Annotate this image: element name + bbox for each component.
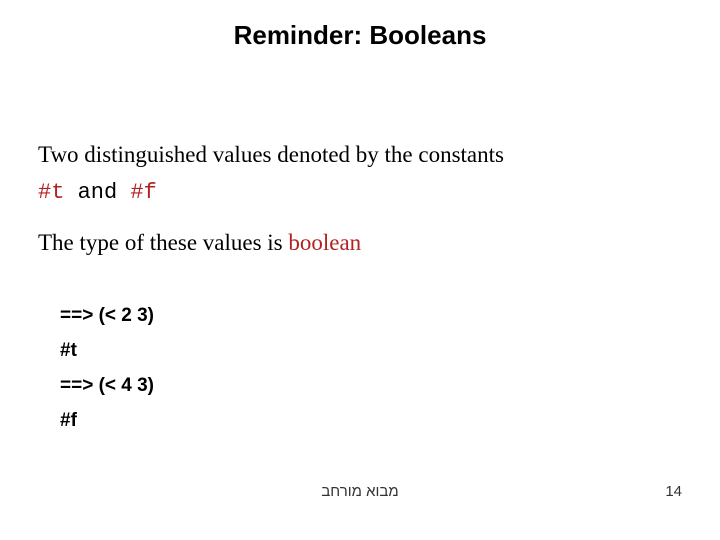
slide-title: Reminder: Booleans	[0, 20, 720, 51]
body-line-1: Two distinguished values denoted by the …	[38, 142, 504, 168]
code-line-4: #f	[60, 410, 77, 432]
text-and: and	[64, 180, 130, 205]
body-line-3: The type of these values is boolean	[38, 230, 361, 256]
page-number: 14	[665, 483, 682, 500]
code-line-3: ==> (< 4 3)	[60, 375, 154, 397]
slide: Reminder: Booleans Two distinguished val…	[0, 0, 720, 540]
text-type-pre: The type of these values is	[38, 230, 288, 255]
literal-false: #f	[130, 180, 156, 205]
literal-true: #t	[38, 180, 64, 205]
footer-text: מבוא מורחב	[0, 483, 720, 500]
code-line-1: ==> (< 2 3)	[60, 305, 154, 327]
text-boolean: boolean	[288, 230, 361, 255]
body-line-2: #t and #f	[38, 180, 157, 205]
code-line-2: #t	[60, 340, 77, 362]
